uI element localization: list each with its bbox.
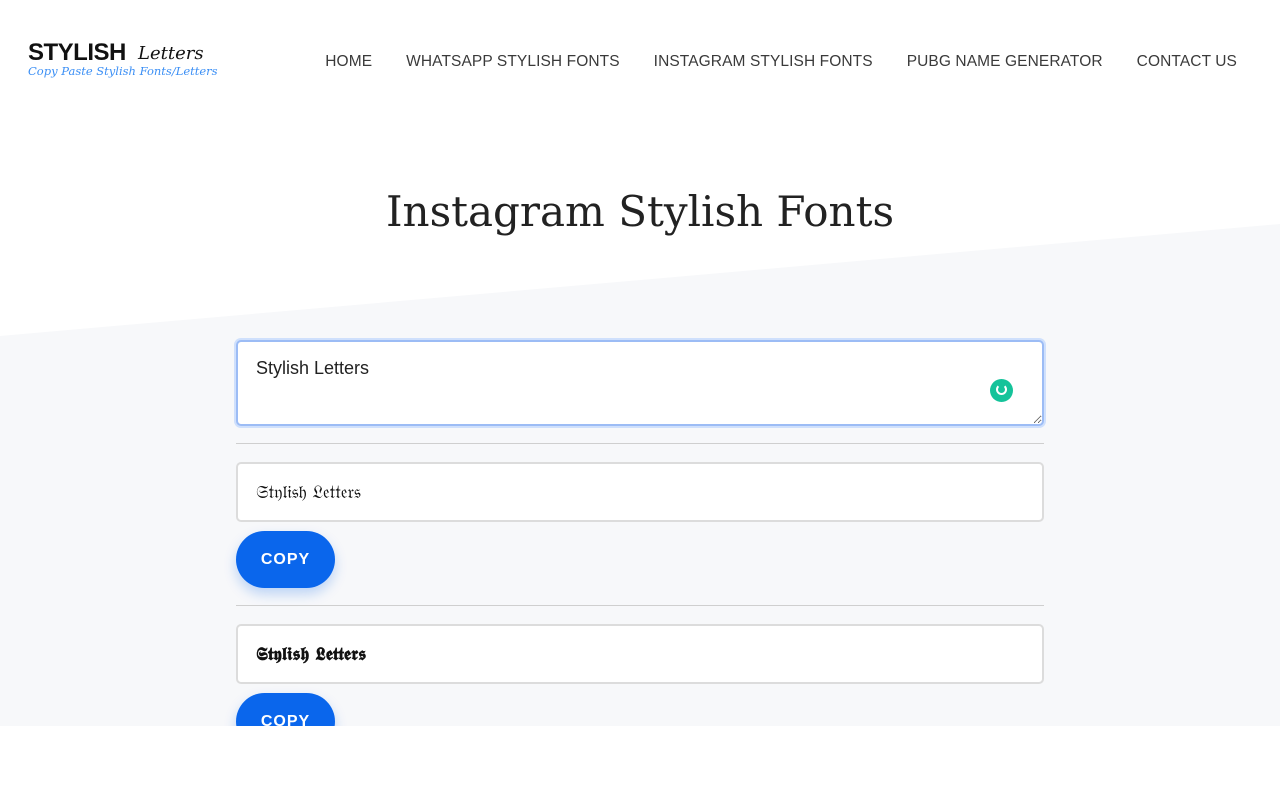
main-nav: HOME WHATSAPP STYLISH FONTS INSTAGRAM ST… xyxy=(325,52,1237,72)
nav-instagram-stylish-fonts[interactable]: INSTAGRAM STYLISH FONTS xyxy=(654,52,873,72)
page-bottom-area xyxy=(0,726,1280,800)
nav-contact-us[interactable]: CONTACT US xyxy=(1137,52,1237,72)
text-input-wrapper xyxy=(236,340,1044,426)
site-header: STYLISH Letters Copy Paste Stylish Fonts… xyxy=(0,0,1280,124)
site-logo[interactable]: STYLISH Letters Copy Paste Stylish Fonts… xyxy=(28,40,218,86)
result-output[interactable]: 𝔖𝔱𝔶𝔩𝔦𝔰𝔥 𝔏𝔢𝔱𝔱𝔢𝔯𝔰 xyxy=(236,462,1044,522)
grammarly-icon[interactable] xyxy=(990,379,1013,402)
result-output[interactable]: 𝕾𝖙𝖞𝖑𝖎𝖘𝖍 𝕷𝖊𝖙𝖙𝖊𝖗𝖘 xyxy=(236,624,1044,684)
copy-button[interactable]: COPY xyxy=(236,531,335,588)
result-item: 𝔖𝔱𝔶𝔩𝔦𝔰𝔥 𝔏𝔢𝔱𝔱𝔢𝔯𝔰 COPY xyxy=(236,462,1044,588)
font-generator: 𝔖𝔱𝔶𝔩𝔦𝔰𝔥 𝔏𝔢𝔱𝔱𝔢𝔯𝔰 COPY 𝕾𝖙𝖞𝖑𝖎𝖘𝖍 𝕷𝖊𝖙𝖙𝖊𝖗𝖘 COP… xyxy=(236,340,1044,750)
logo-tagline: Copy Paste Stylish Fonts/Letters xyxy=(28,64,218,78)
page-title: Instagram Stylish Fonts xyxy=(385,187,895,236)
divider xyxy=(236,605,1044,606)
text-input[interactable] xyxy=(236,340,1044,426)
divider xyxy=(236,443,1044,444)
nav-pubg-name-generator[interactable]: PUBG NAME GENERATOR xyxy=(907,52,1103,72)
nav-whatsapp-stylish-fonts[interactable]: WHATSAPP STYLISH FONTS xyxy=(406,52,620,72)
nav-home[interactable]: HOME xyxy=(325,52,372,72)
page: STYLISH Letters Copy Paste Stylish Fonts… xyxy=(0,0,1280,800)
